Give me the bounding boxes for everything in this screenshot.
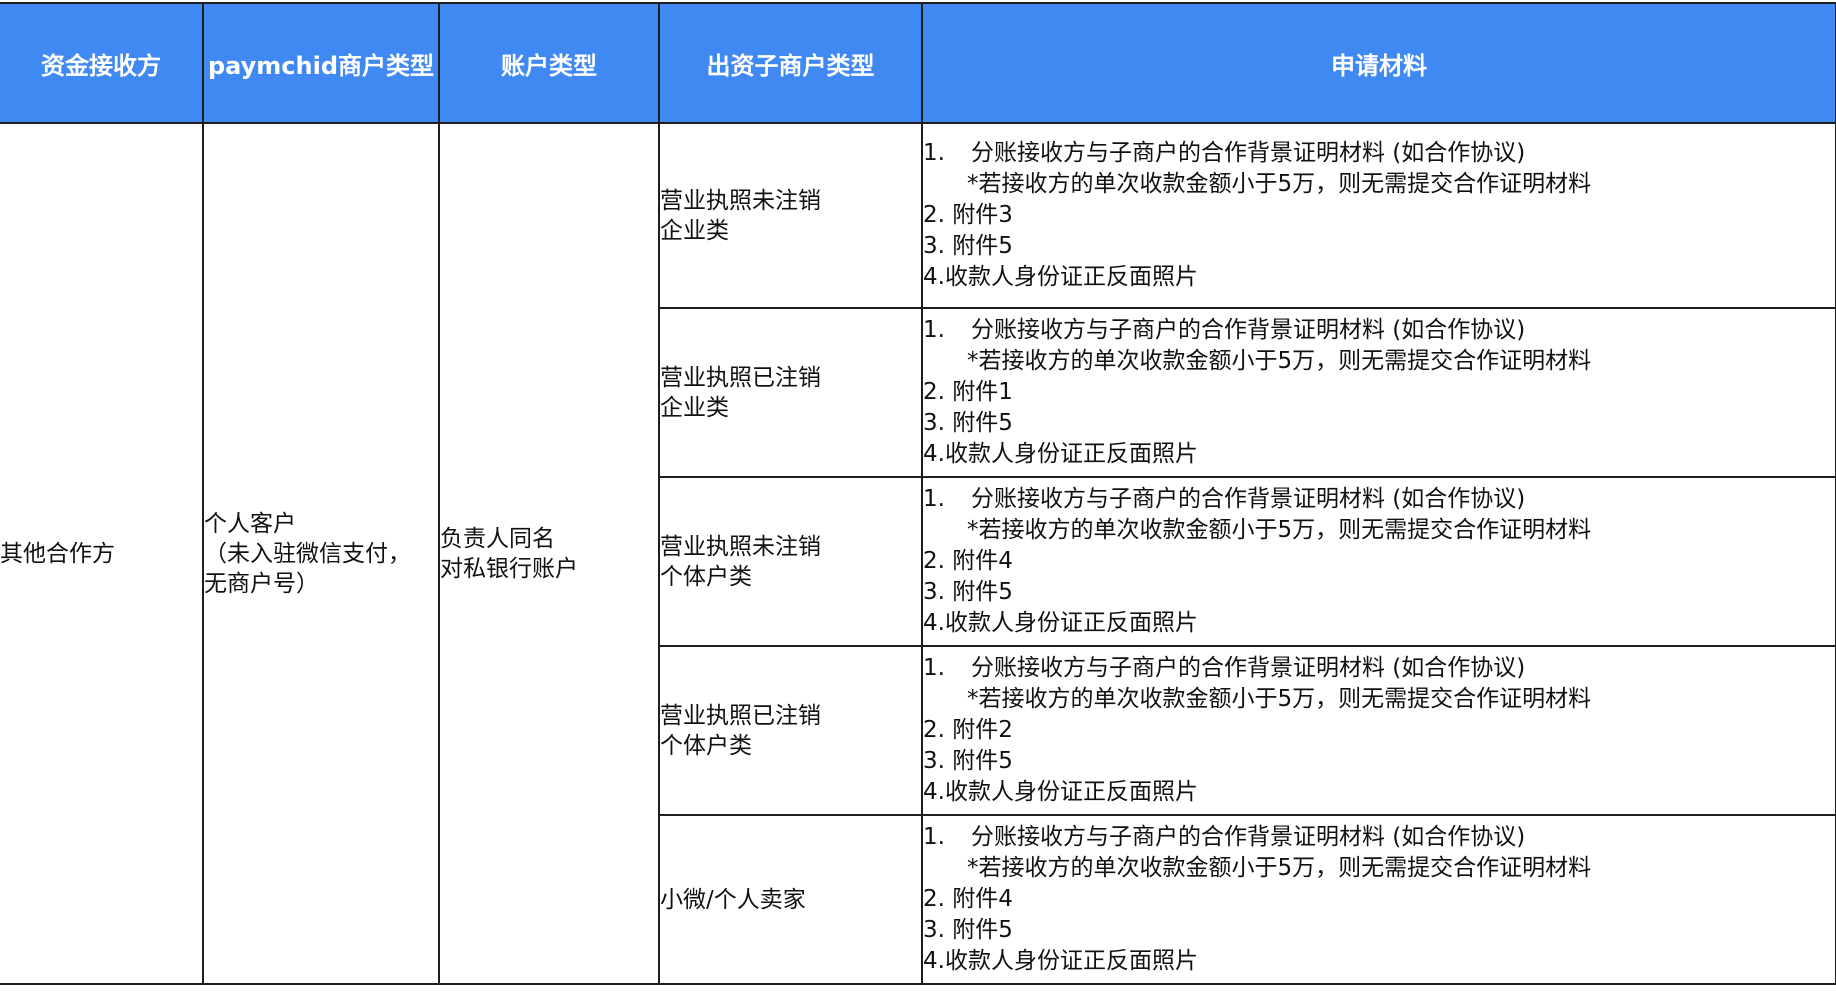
sub-type-cell: 营业执照已注销 个体户类 (658, 645, 923, 816)
material-item-2: 2. 附件4 (923, 548, 1013, 574)
materials-cell: 1. 分账接收方与子商户的合作背景证明材料 (如合作协议) *若接收方的单次收款金… (921, 645, 1836, 816)
material-item-number: 1. (923, 824, 945, 850)
materials-table: 资金接收方 paymchid商户类型 账户类型 出资子商户类型 申请材料 其他合… (0, 2, 1836, 985)
material-item-1: 分账接收方与子商户的合作背景证明材料 (如合作协议) (971, 317, 1526, 343)
material-item-1: 分账接收方与子商户的合作背景证明材料 (如合作协议) (971, 140, 1526, 166)
sub-type-cell: 营业执照未注销 企业类 (658, 122, 923, 309)
material-item-2: 2. 附件2 (923, 717, 1013, 743)
sub-type-line: 企业类 (660, 217, 729, 244)
header-row: 资金接收方 paymchid商户类型 账户类型 出资子商户类型 申请材料 (0, 2, 1836, 124)
material-item-number: 1. (923, 140, 945, 166)
material-item-2: 2. 附件3 (923, 202, 1013, 228)
material-item-3: 3. 附件5 (923, 410, 1013, 436)
material-note: *若接收方的单次收款金额小于5万，则无需提交合作证明材料 (967, 348, 1592, 374)
material-item-2: 2. 附件1 (923, 379, 1013, 405)
account-type-cell: 负责人同名 对私银行账户 (438, 122, 660, 985)
material-item-1: 分账接收方与子商户的合作背景证明材料 (如合作协议) (971, 655, 1526, 681)
sub-type-line: 个体户类 (660, 732, 752, 759)
material-note: *若接收方的单次收款金额小于5万，则无需提交合作证明材料 (967, 171, 1592, 197)
material-item-number: 1. (923, 317, 945, 343)
material-item-4: 4.收款人身份证正反面照片 (923, 610, 1198, 636)
material-item-2: 2. 附件4 (923, 886, 1013, 912)
header-receiver: 资金接收方 (0, 2, 204, 124)
material-item-number: 1. (923, 655, 945, 681)
material-item-4: 4.收款人身份证正反面照片 (923, 779, 1198, 805)
merchant-type-line: 无商户号） (204, 570, 319, 597)
sub-type-cell: 营业执照未注销 个体户类 (658, 476, 923, 647)
header-merchant-type: paymchid商户类型 (202, 2, 440, 124)
header-account-type: 账户类型 (438, 2, 660, 124)
merchant-type-line: （未入驻微信支付， (204, 540, 411, 567)
header-materials: 申请材料 (921, 2, 1836, 124)
header-sub-merchant-type: 出资子商户类型 (658, 2, 923, 124)
account-type-line: 对私银行账户 (440, 555, 578, 582)
merchant-type-cell: 个人客户 （未入驻微信支付， 无商户号） (202, 122, 440, 985)
table-row: 其他合作方 个人客户 （未入驻微信支付， 无商户号） 负责人同名 对私银行账户 … (0, 122, 1836, 985)
material-note: *若接收方的单次收款金额小于5万，则无需提交合作证明材料 (967, 686, 1592, 712)
sub-type-line: 营业执照已注销 (660, 702, 821, 729)
sub-type-line: 企业类 (660, 394, 729, 421)
material-item-3: 3. 附件5 (923, 579, 1013, 605)
sub-type-line: 营业执照未注销 (660, 533, 821, 560)
materials-cell: 1. 分账接收方与子商户的合作背景证明材料 (如合作协议) *若接收方的单次收款金… (921, 814, 1836, 985)
material-item-4: 4.收款人身份证正反面照片 (923, 441, 1198, 467)
receiver-text: 其他合作方 (0, 540, 115, 567)
material-note: *若接收方的单次收款金额小于5万，则无需提交合作证明材料 (967, 855, 1592, 881)
sub-type-line: 营业执照已注销 (660, 364, 821, 391)
material-item-4: 4.收款人身份证正反面照片 (923, 264, 1198, 290)
material-item-3: 3. 附件5 (923, 748, 1013, 774)
material-item-1: 分账接收方与子商户的合作背景证明材料 (如合作协议) (971, 824, 1526, 850)
material-item-number: 1. (923, 486, 945, 512)
material-item-3: 3. 附件5 (923, 917, 1013, 943)
material-item-4: 4.收款人身份证正反面照片 (923, 948, 1198, 974)
merchant-type-line: 个人客户 (204, 510, 296, 537)
sub-type-line: 小微/个人卖家 (660, 886, 806, 913)
receiver-cell: 其他合作方 (0, 122, 204, 985)
sub-type-line: 个体户类 (660, 563, 752, 590)
materials-cell: 1. 分账接收方与子商户的合作背景证明材料 (如合作协议) *若接收方的单次收款金… (921, 307, 1836, 478)
sub-type-cell: 小微/个人卖家 (658, 814, 923, 985)
sub-type-line: 营业执照未注销 (660, 187, 821, 214)
material-item-1: 分账接收方与子商户的合作背景证明材料 (如合作协议) (971, 486, 1526, 512)
sub-type-cell: 营业执照已注销 企业类 (658, 307, 923, 478)
materials-cell: 1. 分账接收方与子商户的合作背景证明材料 (如合作协议) *若接收方的单次收款金… (921, 476, 1836, 647)
material-item-3: 3. 附件5 (923, 233, 1013, 259)
account-type-line: 负责人同名 (440, 525, 555, 552)
material-note: *若接收方的单次收款金额小于5万，则无需提交合作证明材料 (967, 517, 1592, 543)
materials-cell: 1. 分账接收方与子商户的合作背景证明材料 (如合作协议) *若接收方的单次收款金… (921, 122, 1836, 309)
